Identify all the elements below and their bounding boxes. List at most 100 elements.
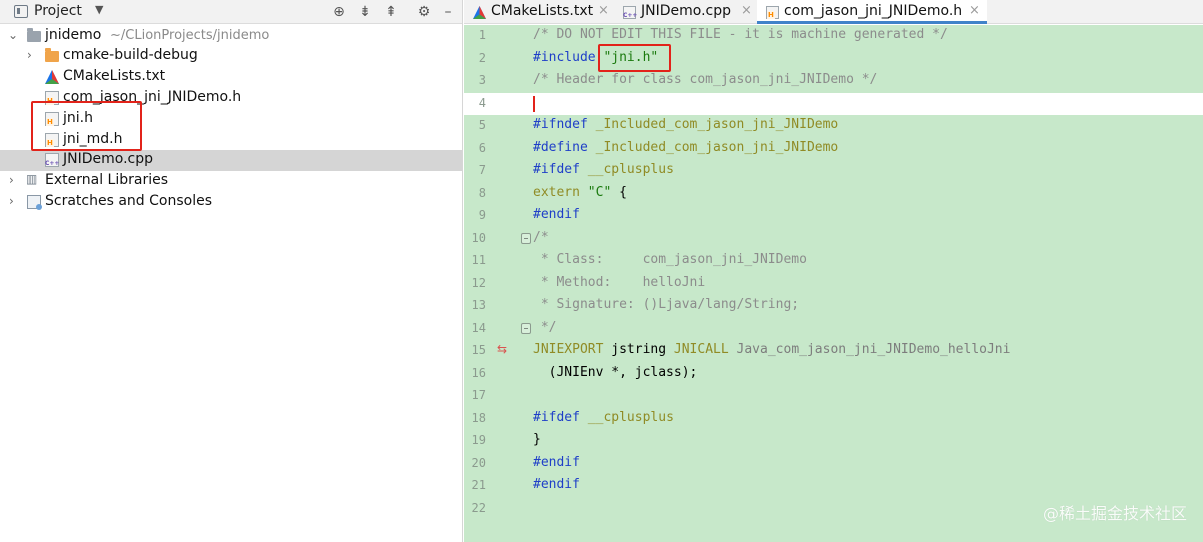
tree-item-label: jni_md.h (63, 131, 123, 147)
code-line[interactable]: 21 #endif (464, 475, 1203, 498)
tree-item-com-jason-jni-jnidemo-h[interactable]: com_jason_jni_JNIDemo.h (0, 88, 462, 109)
tab-cmakelists[interactable]: CMakeLists.txt × (464, 0, 614, 24)
close-icon[interactable]: × (598, 3, 609, 18)
project-view-icon (14, 5, 28, 18)
tree-item-jni-md-h[interactable]: jni_md.h (0, 130, 462, 151)
code-content: extern "C" { (533, 185, 627, 200)
code-directive: #endif (533, 454, 580, 470)
code-line[interactable]: 8 extern "C" { (464, 183, 1203, 206)
line-number: 13 (471, 298, 486, 312)
folder-icon (27, 28, 41, 42)
cpp-file-icon (45, 153, 59, 167)
line-number: 14 (471, 320, 486, 335)
tree-item-external-libraries[interactable]: › ▥ External Libraries (0, 171, 462, 192)
code-line[interactable]: 14 */ (464, 318, 1203, 341)
code-line[interactable]: 7 #ifdef __cplusplus (464, 160, 1203, 183)
fold-icon[interactable] (521, 232, 531, 244)
navigate-to-implementation-icon[interactable]: ⇆ (497, 342, 507, 356)
code-directive: #ifndef (533, 117, 596, 132)
line-number: 5 (478, 118, 486, 132)
code-comment: * Signature: ()Ljava/lang/String; (533, 297, 800, 312)
code-line[interactable]: 11 * Class: com_jason_jni_JNIDemo (464, 250, 1203, 273)
code-comment: /* DO NOT EDIT THIS FILE - it is machine… (533, 27, 948, 42)
expand-all-icon[interactable]: ⇟ (355, 2, 375, 22)
code-macro: __cplusplus (587, 162, 674, 177)
code-content: #include "jni.h" (533, 50, 658, 65)
chevron-right-icon[interactable]: › (9, 173, 14, 187)
code-line[interactable]: 5 #ifndef _Included_com_jason_jni_JNIDem… (464, 115, 1203, 138)
line-number: 15 (471, 343, 486, 357)
code-line[interactable]: 10 /* (464, 228, 1203, 251)
code-content: #ifdef __cplusplus (533, 162, 674, 177)
code-identifier: Java_com_jason_jni_JNIDemo_helloJni (728, 342, 1011, 357)
code-plain: (JNIEnv *, jclass); (533, 364, 698, 380)
text-caret (533, 95, 535, 112)
code-macro: _Included_com_jason_jni_JNIDemo (595, 139, 839, 155)
code-macro: _Included_com_jason_jni_JNIDemo (595, 117, 839, 132)
locate-file-icon[interactable]: ⊕ (329, 2, 349, 22)
code-editor[interactable]: 1 /* DO NOT EDIT THIS FILE - it is machi… (464, 25, 1203, 542)
code-line[interactable]: 6 #define _Included_com_jason_jni_JNIDem… (464, 138, 1203, 161)
hide-panel-icon[interactable]: – (438, 2, 458, 22)
collapse-all-icon[interactable]: ⇞ (381, 2, 401, 22)
tree-item-label: com_jason_jni_JNIDemo.h (63, 89, 242, 105)
line-number: 18 (471, 410, 486, 425)
code-line[interactable]: 20 #endif (464, 453, 1203, 476)
code-line[interactable]: 13 * Signature: ()Ljava/lang/String; (464, 295, 1203, 318)
tree-item-cmake-build-debug[interactable]: › cmake-build-debug (0, 46, 462, 67)
editor-tab-bar: CMakeLists.txt × JNIDemo.cpp × com_jason… (464, 0, 1203, 24)
code-line[interactable]: 16 (JNIEnv *, jclass); (464, 363, 1203, 386)
code-macro: JNIEXPORT (533, 342, 604, 357)
tree-item-label: cmake-build-debug (63, 47, 198, 63)
code-line[interactable]: 2 #include "jni.h" (464, 48, 1203, 71)
line-number: 6 (478, 140, 486, 155)
code-comment: /* Header for class com_jason_jni_JNIDem… (533, 72, 878, 87)
close-icon[interactable]: × (969, 3, 980, 18)
tree-item-cmakelists[interactable]: CMakeLists.txt (0, 67, 462, 88)
header-file-icon (766, 6, 779, 19)
code-line-current[interactable]: 4 (464, 92, 1203, 115)
code-content: #ifndef _Included_com_jason_jni_JNIDemo (533, 117, 838, 132)
chevron-down-icon[interactable]: ▼ (95, 3, 103, 16)
tree-item-jni-h[interactable]: jni.h (0, 109, 462, 130)
tree-item-label: CMakeLists.txt (63, 68, 166, 84)
tree-item-scratches[interactable]: › Scratches and Consoles (0, 192, 462, 213)
code-line[interactable]: 17 (464, 385, 1203, 408)
code-line[interactable]: 3 /* Header for class com_jason_jni_JNID… (464, 70, 1203, 93)
line-number: 8 (478, 185, 486, 200)
code-comment: */ (533, 319, 557, 335)
code-line[interactable]: 15 ⇆ JNIEXPORT jstring JNICALL Java_com_… (464, 340, 1203, 363)
tab-label: com_jason_jni_JNIDemo.h (784, 3, 963, 19)
code-directive: #define (533, 139, 596, 155)
tree-item-label: JNIDemo.cpp (63, 151, 154, 167)
project-view-title[interactable]: Project (34, 3, 82, 19)
code-line[interactable]: 12 * Method: helloJni (464, 273, 1203, 296)
gear-icon[interactable]: ⚙ (414, 2, 434, 22)
fold-icon[interactable] (521, 322, 531, 334)
watermark: @稀土掘金技术社区 (1042, 504, 1187, 523)
tab-label: CMakeLists.txt (491, 3, 594, 19)
tab-jnidemo-cpp[interactable]: JNIDemo.cpp × (614, 0, 757, 24)
code-line[interactable]: 18 #ifdef __cplusplus (464, 408, 1203, 431)
chevron-right-icon[interactable]: › (27, 48, 32, 62)
line-number: 22 (471, 500, 486, 515)
project-path: ~/CLionProjects/jnidemo (110, 28, 270, 43)
code-line[interactable]: 9 #endif (464, 205, 1203, 228)
code-directive: #endif (533, 207, 580, 222)
line-number: 9 (478, 208, 486, 222)
code-line[interactable]: 1 /* DO NOT EDIT THIS FILE - it is machi… (464, 25, 1203, 48)
chevron-down-icon[interactable]: ⌄ (8, 28, 18, 42)
tree-item-jnidemo-cpp[interactable]: JNIDemo.cpp (0, 150, 462, 171)
close-icon[interactable]: × (741, 3, 752, 18)
code-plain: } (533, 432, 541, 447)
scratches-icon (27, 195, 42, 210)
chevron-right-icon[interactable]: › (9, 194, 14, 208)
tab-com-jason-jni-jnidemo-h[interactable]: com_jason_jni_JNIDemo.h × (757, 0, 987, 24)
tree-item-root[interactable]: ⌄ jnidemo ~/CLionProjects/jnidemo (0, 26, 462, 47)
project-panel-header: Project ▼ ⊕ ⇟ ⇞ ⚙ – (0, 0, 462, 24)
cmake-icon (473, 6, 486, 19)
line-number: 17 (471, 388, 486, 402)
code-comment: * Class: com_jason_jni_JNIDemo (533, 252, 807, 267)
code-line[interactable]: 19 } (464, 430, 1203, 453)
code-string: "jni.h" (603, 49, 659, 65)
